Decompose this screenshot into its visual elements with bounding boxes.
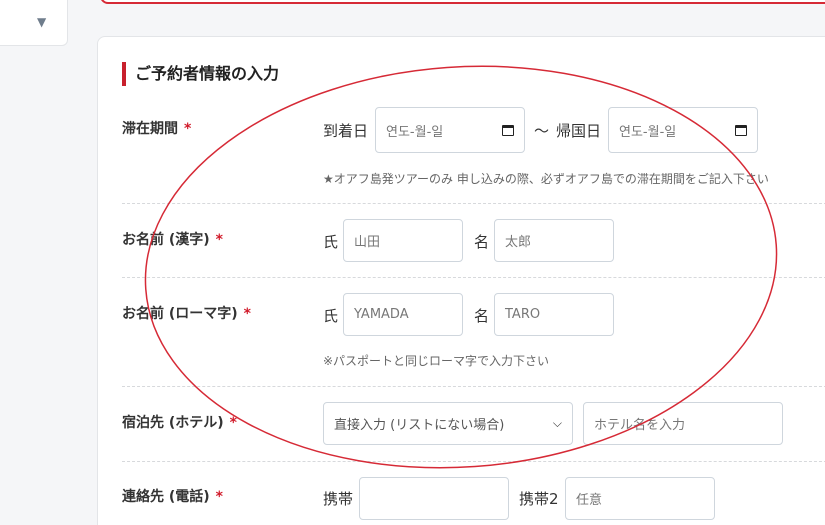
last-name-roman-input[interactable]: YAMADA: [343, 293, 463, 336]
last-name-label: 氏: [323, 307, 339, 325]
row-divider: [122, 277, 825, 278]
stay-period-note: ★オアフ島発ツアーのみ 申し込みの際、必ずオアフ島での滞在期間をご記入下さい: [323, 172, 769, 186]
return-date-input[interactable]: 연도-월-일: [608, 107, 758, 153]
row-divider: [122, 386, 825, 387]
chevron-down-icon[interactable]: ⌵: [553, 416, 562, 431]
contact-phone-label: 連絡先 (電話) *: [122, 489, 223, 505]
required-mark: *: [215, 232, 223, 248]
return-date-label: 帰国日: [556, 122, 602, 140]
calendar-icon[interactable]: [502, 124, 514, 136]
name-kanji-label: お名前 (漢字) *: [122, 232, 223, 248]
arrival-date-label: 到着日: [323, 122, 369, 140]
hotel-name-input[interactable]: ホテル名を入力: [583, 402, 783, 445]
required-mark: *: [215, 489, 223, 505]
first-name-roman-input[interactable]: TARO: [494, 293, 614, 336]
mobile-label: 携帯: [323, 490, 354, 508]
row-divider: [122, 461, 825, 462]
mobile-phone-input[interactable]: [359, 477, 509, 520]
roman-name-note: ※パスポートと同じローマ字で入力下さい: [323, 354, 550, 368]
date-range-separator: ～: [534, 122, 550, 140]
arrival-date-input[interactable]: 연도-월-일: [375, 107, 525, 153]
hotel-select[interactable]: 直接入力 (リストにない場合) ⌵: [323, 402, 573, 445]
mobile2-phone-input[interactable]: 任意: [565, 477, 715, 520]
stay-period-label: 滞在期間 *: [122, 121, 192, 137]
previous-section-box: [100, 0, 825, 4]
first-name-label: 名: [474, 233, 490, 251]
row-divider: [122, 203, 825, 204]
section-title: ご予約者情報の入力: [122, 62, 279, 86]
required-mark: *: [184, 121, 192, 137]
last-name-label: 氏: [323, 233, 339, 251]
required-mark: *: [243, 306, 251, 322]
calendar-icon[interactable]: [735, 124, 747, 136]
first-name-kanji-input[interactable]: 太郎: [494, 219, 614, 262]
required-mark: *: [229, 415, 237, 431]
first-name-label: 名: [474, 307, 490, 325]
name-roman-label: お名前 (ローマ字) *: [122, 306, 251, 322]
caret-down-icon[interactable]: ▼: [37, 15, 46, 29]
hotel-label: 宿泊先 (ホテル) *: [122, 415, 237, 431]
mobile2-label: 携帯2: [519, 490, 559, 508]
last-name-kanji-input[interactable]: 山田: [343, 219, 463, 262]
collapsed-panel[interactable]: ▼: [0, 0, 68, 46]
